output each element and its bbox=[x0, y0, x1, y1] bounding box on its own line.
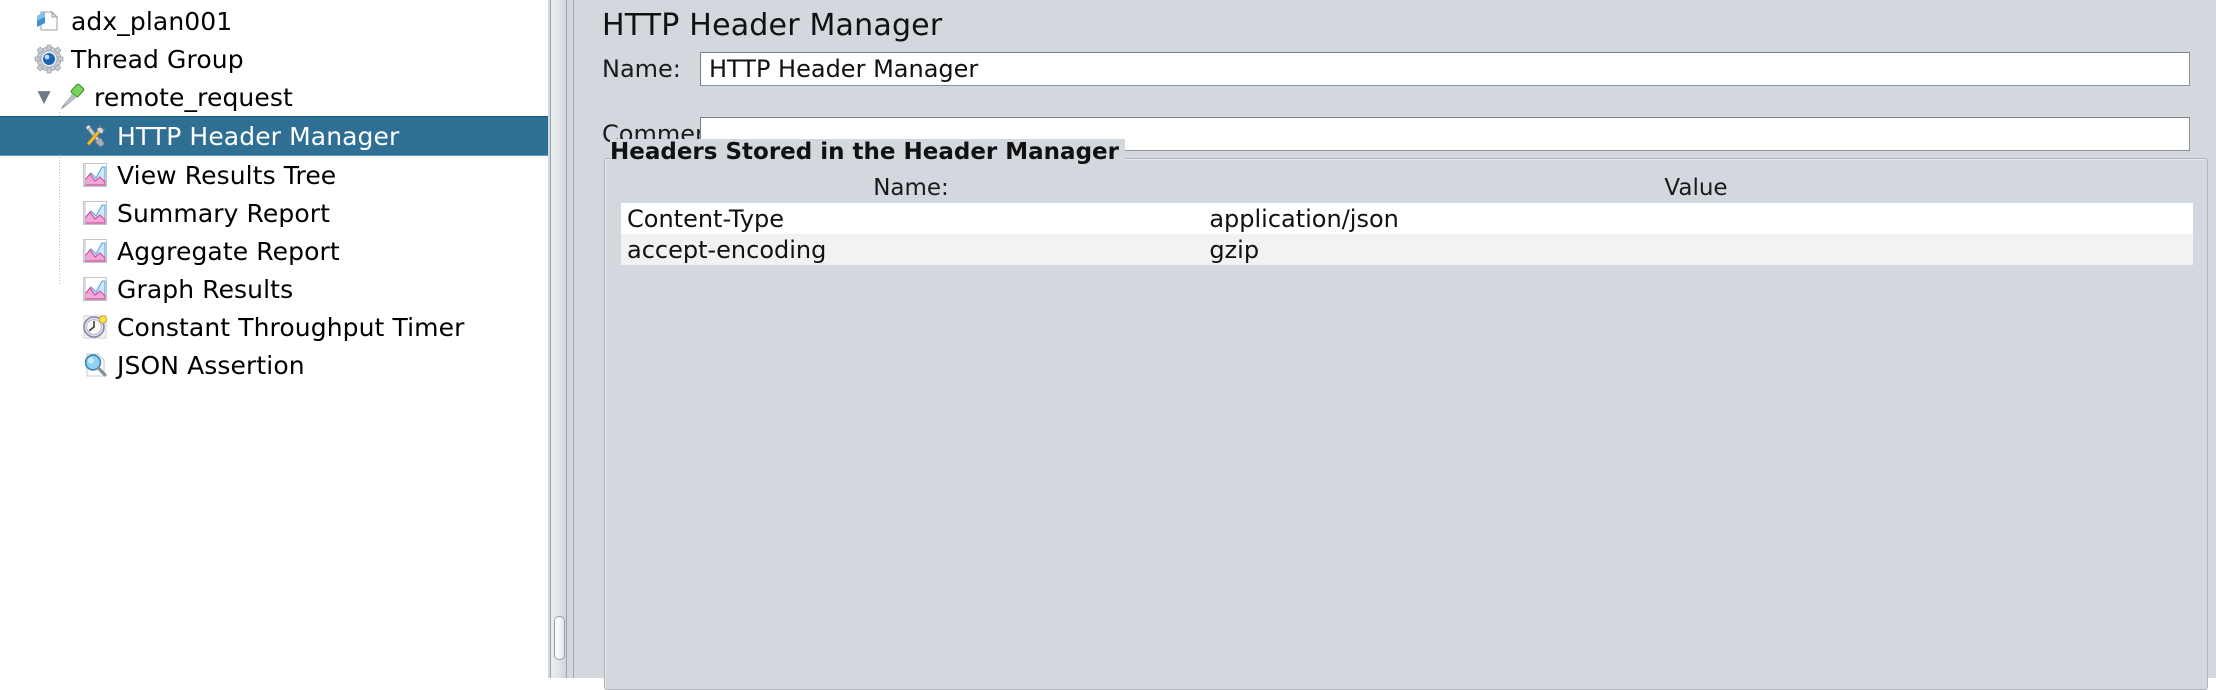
tree-item-aggregate-report[interactable]: Aggregate Report bbox=[0, 232, 548, 270]
listener-graph-icon bbox=[80, 236, 110, 266]
listener-graph-icon bbox=[80, 198, 110, 228]
tree-item-label: adx_plan001 bbox=[71, 6, 233, 36]
name-field-label: Name: bbox=[602, 55, 681, 83]
jmeter-window: adx_plan001 Thread Group ▼ remote_request HT… bbox=[0, 0, 2216, 690]
tree-item-label: Summary Report bbox=[117, 198, 331, 228]
tree-item-label: Constant Throughput Timer bbox=[117, 312, 465, 342]
name-input[interactable] bbox=[700, 52, 2190, 86]
tree-item-adx-plan001[interactable]: adx_plan001 bbox=[0, 2, 548, 40]
header-name-cell[interactable]: Content-Type bbox=[621, 205, 1203, 233]
assertion-magnifier-icon bbox=[80, 350, 110, 380]
table-row[interactable]: Content-Type application/json bbox=[621, 203, 2193, 234]
listener-graph-icon bbox=[80, 160, 110, 190]
splitter-trough[interactable] bbox=[551, 0, 566, 678]
tree-item-label: View Results Tree bbox=[117, 160, 337, 190]
tree-item-view-results-tree[interactable]: View Results Tree bbox=[0, 156, 548, 194]
header-manager-editor: HTTP Header Manager Name: Comments: Head… bbox=[578, 0, 2216, 690]
tree-item-json-assertion[interactable]: JSON Assertion bbox=[0, 346, 548, 384]
tree-item-label: Thread Group bbox=[71, 44, 244, 74]
splitter-grip-handle[interactable] bbox=[554, 616, 565, 660]
table-row[interactable]: accept-encoding gzip bbox=[621, 234, 2193, 265]
tree-item-thread-group[interactable]: Thread Group bbox=[0, 40, 548, 78]
http-request-icon bbox=[57, 82, 87, 112]
tree-item-label: JSON Assertion bbox=[117, 350, 305, 380]
column-header-value[interactable]: Value bbox=[1201, 175, 2191, 201]
headers-group-title: Headers Stored in the Header Manager bbox=[610, 139, 1125, 165]
splitter-right-edge bbox=[566, 0, 567, 678]
header-manager-icon bbox=[80, 121, 110, 151]
thread-group-icon bbox=[34, 44, 64, 74]
listener-graph-icon bbox=[80, 274, 110, 304]
headers-table-header-row[interactable]: Name: Value bbox=[621, 173, 2193, 203]
tree-expand-toggle-icon[interactable]: ▼ bbox=[31, 88, 57, 106]
header-value-cell[interactable]: application/json bbox=[1203, 205, 2193, 233]
tree-item-label: HTTP Header Manager bbox=[117, 121, 400, 151]
page-title: HTTP Header Manager bbox=[602, 8, 943, 43]
column-header-name[interactable]: Name: bbox=[621, 175, 1201, 201]
tree-item-graph-results[interactable]: Graph Results bbox=[0, 270, 548, 308]
tree-item-label: Aggregate Report bbox=[117, 236, 340, 266]
tree-item-summary-report[interactable]: Summary Report bbox=[0, 194, 548, 232]
header-value-cell[interactable]: gzip bbox=[1203, 236, 2193, 264]
timer-clock-icon bbox=[80, 312, 110, 342]
headers-table-body[interactable]: Content-Type application/json accept-encod… bbox=[621, 203, 2193, 265]
content-left-border bbox=[573, 0, 574, 678]
tree-item-constant-throughput-timer[interactable]: Constant Throughput Timer bbox=[0, 308, 548, 346]
tree-item-label: Graph Results bbox=[117, 274, 294, 304]
tree-item-remote-request[interactable]: ▼ remote_request bbox=[0, 78, 548, 116]
headers-table[interactable]: Name: Value Content-Type application/json… bbox=[621, 173, 2193, 689]
test-plan-tree-panel[interactable]: adx_plan001 Thread Group ▼ remote_request HT… bbox=[0, 0, 548, 678]
headers-table-panel: Name: Value Content-Type application/json… bbox=[604, 158, 2208, 690]
tree-item-http-header-manager[interactable]: HTTP Header Manager bbox=[0, 116, 548, 156]
test-plan-icon bbox=[34, 6, 64, 36]
panel-splitter[interactable] bbox=[548, 0, 578, 678]
test-plan-tree[interactable]: adx_plan001 Thread Group ▼ remote_request HT… bbox=[0, 0, 548, 384]
header-name-cell[interactable]: accept-encoding bbox=[621, 236, 1203, 264]
tree-item-label: remote_request bbox=[94, 82, 293, 112]
